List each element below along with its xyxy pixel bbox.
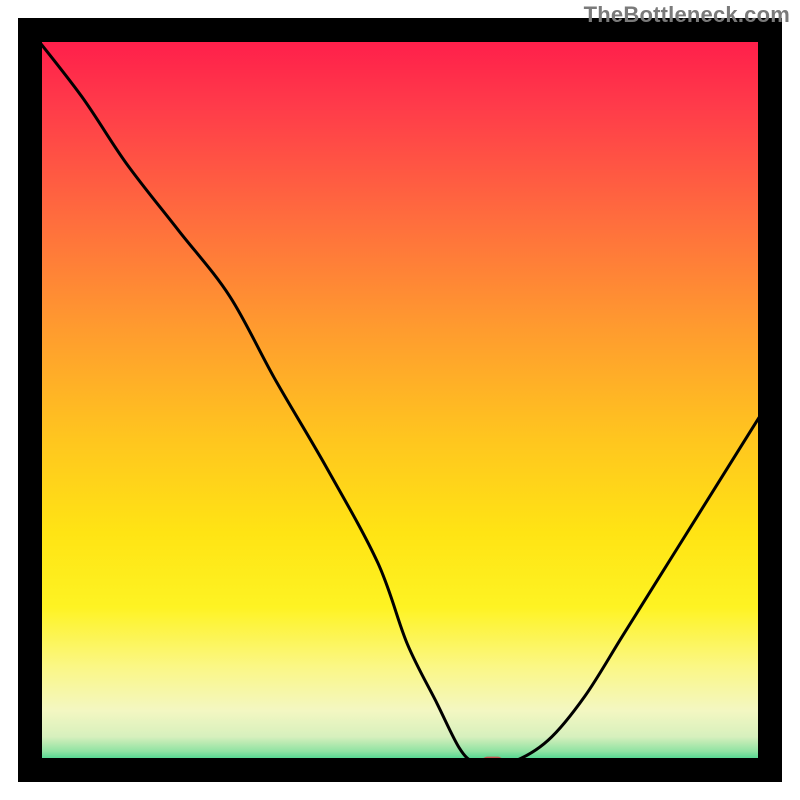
chart-canvas — [0, 0, 800, 800]
bottleneck-chart: TheBottleneck.com — [0, 0, 800, 800]
watermark-text: TheBottleneck.com — [584, 2, 790, 28]
plot-background — [30, 30, 770, 770]
